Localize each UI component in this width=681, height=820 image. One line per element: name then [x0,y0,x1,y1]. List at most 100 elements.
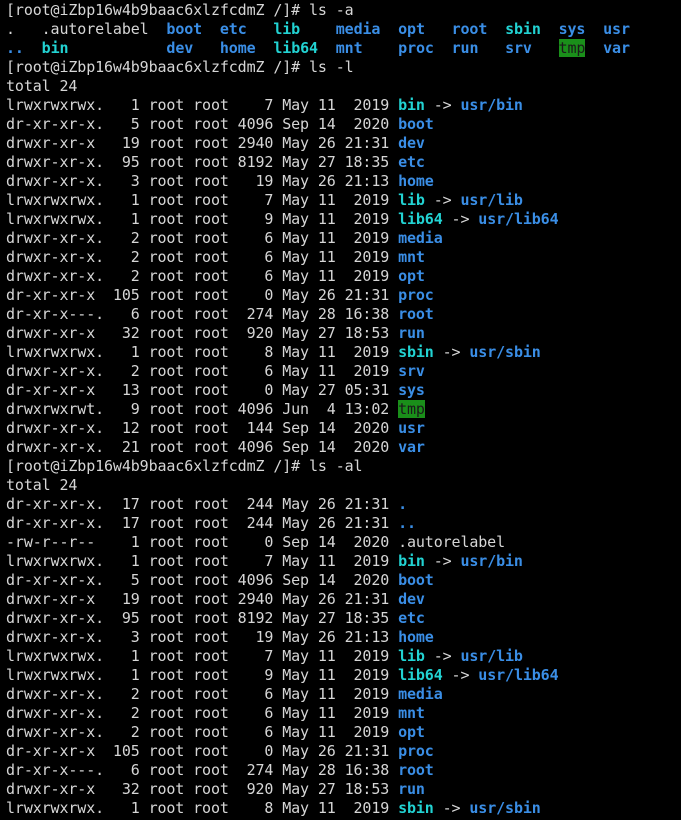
text-segment: drwxr-xr-x. 2 root root 6 May 11 2019 [6,267,399,285]
listing-row: lrwxrwxrwx. 1 root root 7 May 11 2019 bi… [6,96,681,115]
listing-row: dr-xr-x---. 6 root root 274 May 28 16:38… [6,305,681,324]
text-segment: dr-xr-xr-x 105 root root 0 May 26 21:31 [6,286,399,304]
directory-name: opt [398,267,425,285]
text-segment: -> [424,552,461,570]
text-segment: drwxr-xr-x 19 root root 2940 May 26 21:3… [6,590,399,608]
listing-row: dr-xr-x---. 6 root root 274 May 28 16:38… [6,761,681,780]
text-segment: lrwxrwxrwx. 1 root root 9 May 11 2019 [6,210,399,228]
directory-name: usr/sbin [469,799,541,817]
directory-name: run [398,324,425,342]
text-segment: drwxr-xr-x. 2 root root 6 May 11 2019 [6,685,399,703]
directory-name: root [451,20,488,38]
listing-row: drwxr-xr-x 32 root root 920 May 27 18:53… [6,324,681,343]
text-segment: dr-xr-xr-x 105 root root 0 May 26 21:31 [6,742,399,760]
directory-name: usr/bin [460,96,523,114]
text-segment: drwxr-xr-x. 2 root root 6 May 11 2019 [6,362,399,380]
listing-row: drwxr-xr-x. 2 root root 6 May 11 2019 me… [6,229,681,248]
command-prompt-line: [root@iZbp16w4b9baac6xlzfcdmZ /]# ls -al [6,457,681,476]
listing-row: dr-xr-xr-x. 17 root root 244 May 26 21:3… [6,514,681,533]
directory-name: usr/lib [460,191,523,209]
directory-name: var [398,438,425,456]
text-segment: drwxr-xr-x. 95 root root 8192 May 27 18:… [6,153,399,171]
text-segment: dr-xr-xr-x 13 root root 0 May 27 05:31 [6,381,399,399]
directory-name: sys [398,381,425,399]
directory-name: dev [166,39,194,57]
listing-row: drwxr-xr-x. 2 root root 6 May 11 2019 mn… [6,704,681,723]
text-segment: dr-xr-xr-x. 5 root root 4096 Sep 14 2020 [6,115,399,133]
listing-row: drwxrwxrwt. 9 root root 4096 Jun 4 13:02… [6,400,681,419]
listing-row: drwxr-xr-x. 95 root root 8192 May 27 18:… [6,153,681,172]
text-segment [68,39,166,57]
directory-name: sys [558,20,586,38]
listing-row: dr-xr-xr-x. 17 root root 244 May 26 21:3… [6,495,681,514]
output-line: . .autorelabel boot etc lib media opt ro… [6,20,681,39]
text-segment: -> [424,191,461,209]
directory-name: . [398,495,407,513]
listing-row: drwxr-xr-x. 21 root root 4096 Sep 14 202… [6,438,681,457]
listing-row: drwxr-xr-x 19 root root 2940 May 26 21:3… [6,590,681,609]
directory-name: .. [6,39,24,57]
text-segment: -> [442,666,479,684]
directory-name: media [398,685,443,703]
text-segment [541,20,559,38]
listing-row: drwxr-xr-x. 2 root root 6 May 11 2019 mn… [6,248,681,267]
listing-row: lrwxrwxrwx. 1 root root 7 May 11 2019 li… [6,647,681,666]
text-segment: -> [424,647,461,665]
directory-name: usr/lib [460,647,523,665]
listing-row: drwxr-xr-x. 2 root root 6 May 11 2019 sr… [6,362,681,381]
text-segment: drwxr-xr-x. 95 root root 8192 May 27 18:… [6,609,399,627]
terminal-output[interactable]: [root@iZbp16w4b9baac6xlzfcdmZ /]# ls -a.… [6,1,681,818]
text-segment: total 24 [6,476,78,494]
listing-row: drwxr-xr-x. 3 root root 19 May 26 21:13 … [6,628,681,647]
listing-row: lrwxrwxrwx. 1 root root 9 May 11 2019 li… [6,210,681,229]
listing-row: lrwxrwxrwx. 1 root root 9 May 11 2019 li… [6,666,681,685]
symlink-name: sbin [505,20,541,38]
directory-name: .. [398,514,416,532]
text-segment [425,20,452,38]
text-segment: dr-xr-x---. 6 root root 274 May 28 16:38 [6,305,399,323]
directory-name: opt [398,723,425,741]
directory-name: proc [398,286,434,304]
directory-name: proc [398,742,434,760]
listing-row: drwxr-xr-x 19 root root 2940 May 26 21:3… [6,134,681,153]
text-segment: -> [424,96,461,114]
listing-row: drwxr-xr-x. 2 root root 6 May 11 2019 op… [6,723,681,742]
listing-row: dr-xr-xr-x 105 root root 0 May 26 21:31 … [6,286,681,305]
text-segment [256,39,274,57]
text-segment [478,39,505,57]
directory-name: root [398,761,434,779]
symlink-name: bin [41,39,69,57]
directory-name: etc [219,20,247,38]
directory-name: mnt [335,39,363,57]
symlink-name: lib [398,647,425,665]
directory-name: home [219,39,256,57]
text-segment: drwxr-xr-x. 2 root root 6 May 11 2019 [6,723,399,741]
text-segment: -> [433,799,470,817]
text-segment: drwxr-xr-x. 21 root root 4096 Sep 14 202… [6,438,399,456]
directory-name: usr/lib64 [478,666,559,684]
symlink-name: lib64 [398,666,443,684]
text-segment: -> [433,343,470,361]
text-segment: lrwxrwxrwx. 1 root root 7 May 11 2019 [6,552,399,570]
listing-row: lrwxrwxrwx. 1 root root 8 May 11 2019 sb… [6,343,681,362]
text-segment: -> [442,210,479,228]
directory-name: opt [398,20,425,38]
text-segment: dr-xr-xr-x. 17 root root 244 May 26 21:3… [6,495,399,513]
text-segment: drwxr-xr-x 32 root root 920 May 27 18:53 [6,324,399,342]
text-segment [363,39,399,57]
text-segment: dr-xr-xr-x. 5 root root 4096 Sep 14 2020 [6,571,399,589]
text-segment: -rw-r--r-- 1 root root 0 Sep 14 2020 .au… [6,533,506,551]
text-segment [585,20,603,38]
text-segment: drwxr-xr-x. 3 root root 19 May 26 21:13 [6,628,399,646]
directory-name: run [398,780,425,798]
directory-name: mnt [398,704,425,722]
symlink-name: bin [398,96,425,114]
command-prompt-line: [root@iZbp16w4b9baac6xlzfcdmZ /]# ls -a [6,1,681,20]
text-segment: drwxr-xr-x. 2 root root 6 May 11 2019 [6,248,399,266]
directory-name: srv [505,39,532,57]
listing-row: dr-xr-xr-x 13 root root 0 May 27 05:31 s… [6,381,681,400]
text-segment: drwxr-xr-x. 2 root root 6 May 11 2019 [6,229,399,247]
listing-row: drwxr-xr-x. 3 root root 19 May 26 21:13 … [6,172,681,191]
text-segment [300,20,336,38]
text-segment: drwxr-xr-x 19 root root 2940 May 26 21:3… [6,134,399,152]
